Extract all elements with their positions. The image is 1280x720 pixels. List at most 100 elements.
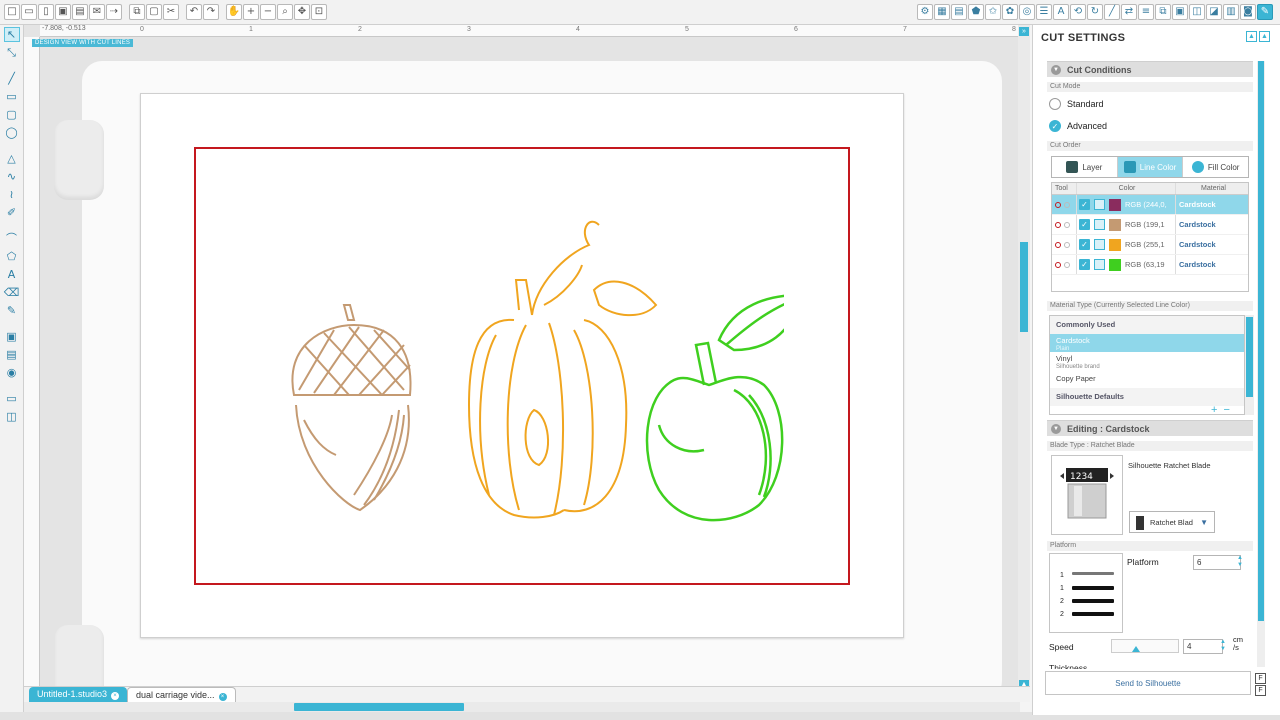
save-as-icon[interactable]: ▤ — [72, 4, 88, 20]
editing-header[interactable]: ▼ Editing : Cardstock — [1047, 420, 1253, 436]
close-icon[interactable]: × — [111, 692, 120, 700]
knife-tool-icon[interactable]: ✎ — [4, 303, 20, 318]
paste-icon[interactable]: ▢ — [146, 4, 162, 20]
new-icon[interactable]: □ — [4, 4, 20, 20]
radio-standard[interactable] — [1049, 98, 1061, 110]
checkbox[interactable]: ✓ — [1079, 259, 1090, 270]
speed-input[interactable]: 4 — [1183, 639, 1223, 654]
line-tool-icon[interactable]: ╱ — [4, 71, 20, 86]
scroll-thumb[interactable] — [1246, 317, 1253, 397]
star-icon[interactable]: ✩ — [985, 4, 1001, 20]
cut-style-icon[interactable] — [1094, 219, 1105, 230]
scroll-thumb[interactable] — [1258, 61, 1264, 621]
material-item-vinyl[interactable]: Vinyl Silhouette brand — [1050, 352, 1244, 370]
tool-ring-icon[interactable] — [1064, 201, 1070, 208]
pen-tool-icon[interactable]: ✐ — [4, 205, 20, 220]
vertical-scroll-thumb[interactable] — [1020, 242, 1028, 332]
edit-points-tool-icon[interactable]: ⤡ — [4, 45, 20, 60]
cut-style-icon[interactable] — [1094, 259, 1105, 270]
fill-panel-icon[interactable]: ▣ — [4, 329, 20, 344]
tool-ring-icon[interactable] — [1064, 221, 1070, 228]
tool-ring-icon[interactable] — [1055, 241, 1061, 248]
mirror-icon[interactable]: ⇄ — [1121, 4, 1137, 20]
rounded-rect-tool-icon[interactable]: ▢ — [4, 107, 20, 122]
horizontal-scroll-thumb[interactable] — [294, 703, 464, 711]
panel-scrollbar[interactable] — [1257, 61, 1265, 667]
spiral-icon[interactable]: ◎ — [1019, 4, 1035, 20]
collapse-toggle-icon[interactable]: ▼ — [1051, 64, 1061, 75]
platform-stepper[interactable]: ▲ ▼ — [1236, 555, 1244, 570]
tool-ring-icon[interactable] — [1064, 241, 1070, 248]
cut-mode-advanced[interactable]: ✓ Advanced — [1049, 119, 1107, 133]
library-icon[interactable]: ▥ — [1223, 4, 1239, 20]
zoom-in-icon[interactable]: + — [243, 4, 259, 20]
close-icon[interactable]: × — [218, 693, 227, 701]
material-value[interactable]: Cardstock — [1176, 200, 1248, 209]
pentagon-icon[interactable]: ⬟ — [968, 4, 984, 20]
curve-tool-icon[interactable]: ∿ — [4, 169, 20, 184]
tool-ring-icon[interactable] — [1055, 261, 1061, 268]
align-icon[interactable]: ≡ — [1138, 4, 1154, 20]
shape-icon[interactable]: ▤ — [951, 4, 967, 20]
radio-advanced[interactable]: ✓ — [1049, 120, 1061, 132]
vertical-scrollbar[interactable]: » ▲ ▼ — [1018, 25, 1030, 700]
material-value[interactable]: Cardstock — [1176, 260, 1248, 269]
fit-page-icon[interactable]: ⊡ — [311, 4, 327, 20]
freehand-tool-icon[interactable]: ≀ — [4, 187, 20, 202]
rotate-icon[interactable]: ↻ — [1087, 4, 1103, 20]
text-tool-icon[interactable]: A — [4, 267, 20, 282]
lines-icon[interactable]: ☰ — [1036, 4, 1052, 20]
send-icon[interactable]: ⇢ — [106, 4, 122, 20]
panel-expand-icon[interactable]: ▲ — [1259, 31, 1270, 42]
polygon-tool-icon[interactable]: △ — [4, 151, 20, 166]
panel-option-icon[interactable]: F — [1255, 685, 1266, 696]
slider-knob[interactable] — [1132, 646, 1140, 652]
grid-icon[interactable]: ▦ — [934, 4, 950, 20]
scroll-up-icon[interactable]: » — [1019, 27, 1029, 36]
cut-conditions-header[interactable]: ▼ Cut Conditions — [1047, 61, 1253, 77]
blade-dropdown[interactable]: Ratchet Blad ▼ — [1129, 511, 1215, 533]
table-row[interactable]: ✓ RGB (63,19 Cardstock — [1052, 255, 1248, 275]
platform-input[interactable]: 6 — [1193, 555, 1241, 570]
cut-order-layer-button[interactable]: Layer — [1052, 157, 1118, 177]
tool-ring-icon[interactable] — [1055, 221, 1061, 228]
pentagon-tool-icon[interactable]: ⬠ — [4, 249, 20, 264]
cut-style-icon[interactable] — [1094, 239, 1105, 250]
tab-untitled-1[interactable]: Untitled-1.studio3 × — [29, 687, 128, 702]
line-style-icon[interactable]: ╱ — [1104, 4, 1120, 20]
zoom-out-icon[interactable]: − — [260, 4, 276, 20]
horizontal-scrollbar[interactable] — [24, 702, 1020, 712]
material-item-cardstock[interactable]: Cardstock Plain — [1050, 334, 1244, 352]
ellipse-tool-icon[interactable]: ◯ — [4, 125, 20, 140]
flower-icon[interactable]: ✿ — [1002, 4, 1018, 20]
cut-order-fill-color-button[interactable]: Fill Color — [1183, 157, 1249, 177]
eraser-tool-icon[interactable]: ⌫ — [4, 285, 20, 300]
artwork[interactable] — [264, 205, 784, 525]
copy-icon[interactable]: ⧉ — [129, 4, 145, 20]
collapse-toggle-icon[interactable]: ▼ — [1051, 423, 1061, 434]
table-row[interactable]: ✓ RGB (255,1 Cardstock — [1052, 235, 1248, 255]
transform-icon[interactable]: ⟲ — [1070, 4, 1086, 20]
send-to-silhouette-button[interactable]: Send to Silhouette — [1045, 671, 1251, 695]
tool-ring-icon[interactable] — [1055, 201, 1061, 208]
material-value[interactable]: Cardstock — [1176, 240, 1248, 249]
cut-icon[interactable]: ✂ — [163, 4, 179, 20]
send-panel-icon[interactable]: ✎ — [1257, 4, 1273, 20]
material-value[interactable]: Cardstock — [1176, 220, 1248, 229]
cut-mode-standard[interactable]: Standard — [1049, 97, 1104, 111]
cut-order-line-color-button[interactable]: Line Color — [1117, 157, 1184, 177]
open-icon[interactable]: ▭ — [21, 4, 37, 20]
speed-stepper[interactable]: ▲ ▼ — [1219, 639, 1227, 654]
zoom-select-icon[interactable]: ⌕ — [277, 4, 293, 20]
doc-icon[interactable]: ▯ — [38, 4, 54, 20]
checkbox[interactable]: ✓ — [1079, 219, 1090, 230]
group-icon[interactable]: ▣ — [1172, 4, 1188, 20]
table-row[interactable]: ✓ RGB (199,1 Cardstock — [1052, 215, 1248, 235]
material-list-scrollbar[interactable] — [1245, 315, 1254, 415]
offset-icon[interactable]: ◫ — [1189, 4, 1205, 20]
page-setup-icon[interactable]: ⚙ — [917, 4, 933, 20]
design-view-icon[interactable]: ▭ — [4, 391, 20, 406]
tab-dual-carriage[interactable]: dual carriage vide... × — [127, 687, 236, 702]
store-icon[interactable]: ◙ — [1240, 4, 1256, 20]
trace-icon[interactable]: ◪ — [1206, 4, 1222, 20]
